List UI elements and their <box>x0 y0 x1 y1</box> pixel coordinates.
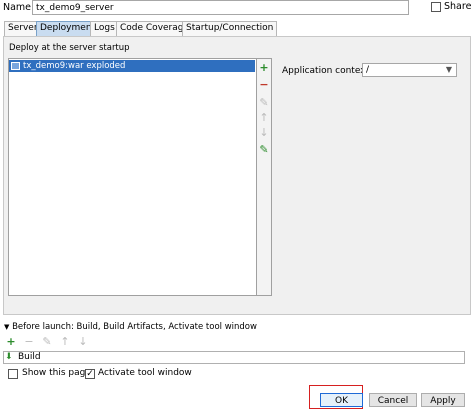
name-label: Name: <box>3 2 35 13</box>
before-launch-toolbar: + − ✎ ↑ ↓ <box>4 336 104 348</box>
deploy-caption: Deploy at the server startup <box>9 43 130 53</box>
artifact-icon <box>11 62 20 70</box>
deploy-list[interactable] <box>8 58 257 296</box>
remove-icon[interactable]: − <box>22 336 36 347</box>
list-item[interactable]: tx_demo9:war exploded <box>9 60 255 72</box>
application-context-select[interactable]: / ▼ <box>362 63 457 77</box>
show-this-page-checkbox[interactable] <box>8 369 18 379</box>
add-icon[interactable]: + <box>257 62 271 73</box>
ok-button[interactable]: OK <box>320 393 363 407</box>
add-icon[interactable]: + <box>4 336 18 347</box>
remove-icon[interactable]: − <box>257 79 271 90</box>
move-up-icon[interactable]: ↑ <box>58 336 72 347</box>
before-launch-list[interactable]: Build <box>3 351 465 364</box>
move-down-icon[interactable]: ↓ <box>76 336 90 347</box>
tab-logs[interactable]: Logs <box>90 21 119 36</box>
cancel-button[interactable]: Cancel <box>369 393 417 407</box>
chevron-down-icon: ▼ <box>445 65 452 74</box>
list-item[interactable]: Build <box>18 352 41 362</box>
move-up-icon[interactable]: ↑ <box>257 112 271 123</box>
activate-tool-window-label: Activate tool window <box>98 368 192 378</box>
show-this-page-label: Show this page <box>22 368 91 378</box>
chevron-down-icon: ▼ <box>4 323 10 331</box>
tab-startup-connection[interactable]: Startup/Connection <box>182 21 278 36</box>
edit-icon[interactable]: ✎ <box>40 336 54 347</box>
application-context-label: Application context: <box>282 66 373 76</box>
move-down-icon[interactable]: ↓ <box>257 127 271 138</box>
application-context-value: / <box>366 65 370 75</box>
activate-tool-window-checkbox[interactable]: ✓ <box>85 369 95 379</box>
edit-icon[interactable]: ✎ <box>257 97 271 108</box>
before-launch-title: Before launch: Build, Build Artifacts, A… <box>12 322 257 332</box>
apply-button[interactable]: Apply <box>421 393 465 407</box>
deploy-toolbar: + − ✎ ↑ ↓ ✎ <box>256 58 272 296</box>
before-launch-header[interactable]: ▼ Before launch: Build, Build Artifacts,… <box>4 322 257 332</box>
share-checkbox[interactable] <box>431 2 441 12</box>
build-icon: ⬇ <box>5 352 13 362</box>
name-input[interactable] <box>32 0 409 15</box>
share-label: Share <box>444 1 472 12</box>
edit-artifact-icon[interactable]: ✎ <box>257 144 271 155</box>
